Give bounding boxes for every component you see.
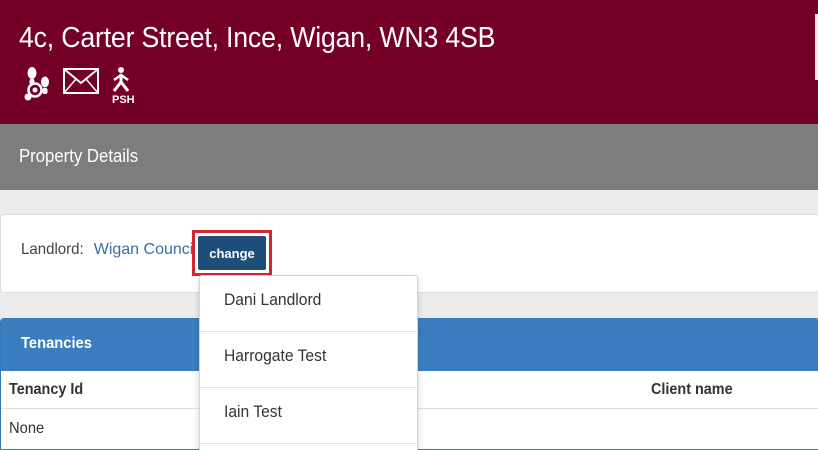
dropdown-item-label: Harrogate Test (224, 346, 327, 365)
page-title: 4c, Carter Street, Ince, Wigan, WN3 4SB (19, 22, 496, 54)
dropdown-item-label: Iain Test (224, 402, 282, 421)
landlord-dropdown: Dani Landlord Harrogate Test Iain Test (199, 275, 418, 450)
header-icon-bar: PSH (20, 66, 142, 111)
tenancies-title: Tenancies (21, 335, 92, 352)
dropdown-item-iain-test[interactable]: Iain Test (200, 388, 417, 444)
envelope-icon[interactable] (62, 66, 100, 101)
table-row: None (9, 420, 45, 437)
landlord-label: Landlord: (21, 241, 84, 258)
footprints-icon[interactable] (20, 66, 52, 107)
dropdown-item-label: Dani Landlord (224, 290, 322, 309)
change-button[interactable]: change (198, 236, 266, 270)
dropdown-item-harrogate-test[interactable]: Harrogate Test (200, 332, 417, 388)
change-button-highlight: change (192, 230, 272, 276)
psh-caption: PSH (112, 94, 135, 106)
dropdown-item-dani-landlord[interactable]: Dani Landlord (200, 276, 417, 332)
column-client-name[interactable]: Client name (651, 381, 733, 399)
landlord-row: Landlord: Wigan Council (21, 241, 197, 259)
property-details-bar: Property Details (0, 124, 818, 190)
page-header: 4c, Carter Street, Ince, Wigan, WN3 4SB (0, 0, 818, 124)
psh-walking-person-icon[interactable]: PSH (110, 66, 142, 111)
section-title: Property Details (19, 146, 139, 166)
landlord-link[interactable]: Wigan Council (94, 241, 197, 259)
column-tenancy-id[interactable]: Tenancy Id (9, 381, 83, 399)
